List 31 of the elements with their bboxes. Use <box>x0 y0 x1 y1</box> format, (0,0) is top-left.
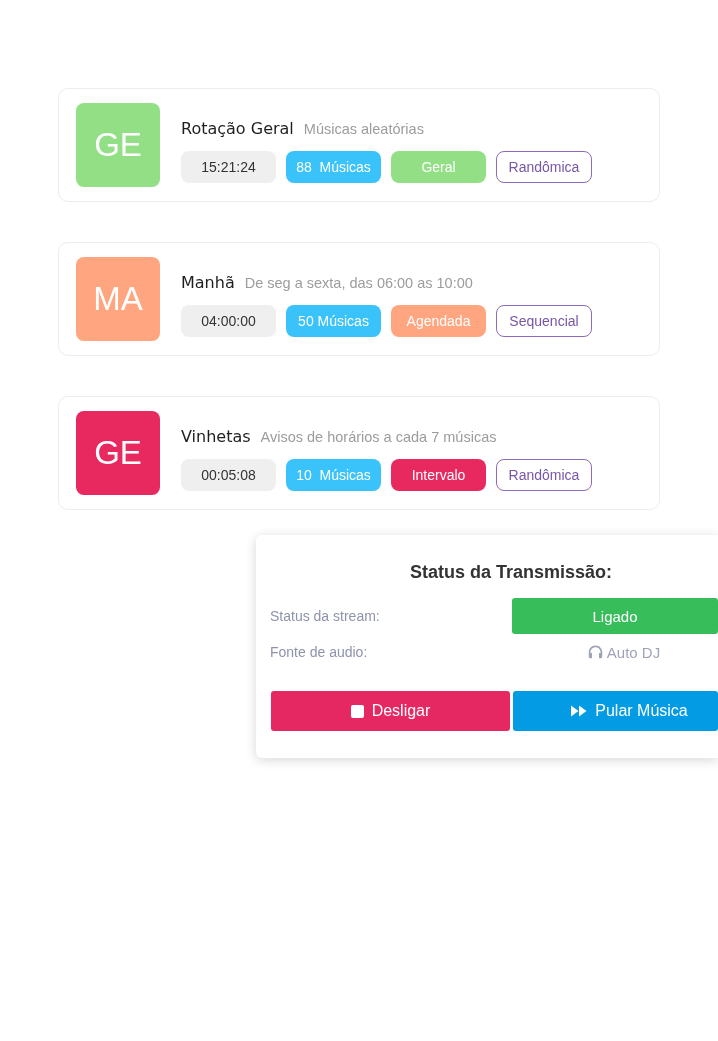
order-tag: Randômica <box>496 151 592 183</box>
playlist-title: Vinhetas <box>181 427 251 446</box>
initials-avatar: GE <box>76 411 160 495</box>
stream-control-button[interactable]: Desligar <box>271 691 510 731</box>
status-badge: Ligado <box>512 598 718 634</box>
status-label: Fonte de audio: <box>270 644 369 660</box>
playlist-title: Rotação Geral <box>181 119 294 138</box>
headphones-icon <box>587 645 603 659</box>
stream-control-button[interactable]: Pular Música <box>513 691 718 731</box>
song-count-tag: 50 Músicas <box>286 305 381 337</box>
playlist-title: Manhã <box>181 273 235 292</box>
duration-tag: 15:21:24 <box>181 151 276 183</box>
status-label: Status da stream: <box>270 608 381 624</box>
duration-tag: 04:00:00 <box>181 305 276 337</box>
order-tag: Randômica <box>496 459 592 491</box>
type-tag: Geral <box>391 151 486 183</box>
playlist-description: Avisos de horários a cada 7 músicas <box>260 429 497 445</box>
panel-title: Status da Transmissão: <box>409 562 613 582</box>
initials-avatar: GE <box>76 103 160 187</box>
audio-source-text: Auto DJ <box>606 643 661 661</box>
stop-icon <box>350 704 364 718</box>
duration-tag: 00:05:08 <box>181 459 276 491</box>
type-tag: Intervalo <box>391 459 486 491</box>
playlist-description: Músicas aleatórias <box>303 121 424 137</box>
playlist-description: De seg a sexta, das 06:00 as 10:00 <box>244 275 473 291</box>
initials-avatar: MA <box>76 257 160 341</box>
order-tag: Sequencial <box>496 305 592 337</box>
song-count-tag: 88 Músicas <box>286 151 381 183</box>
song-count-tag: 10 Músicas <box>286 459 381 491</box>
type-tag: Agendada <box>391 305 486 337</box>
fast-forward-icon <box>571 705 588 717</box>
